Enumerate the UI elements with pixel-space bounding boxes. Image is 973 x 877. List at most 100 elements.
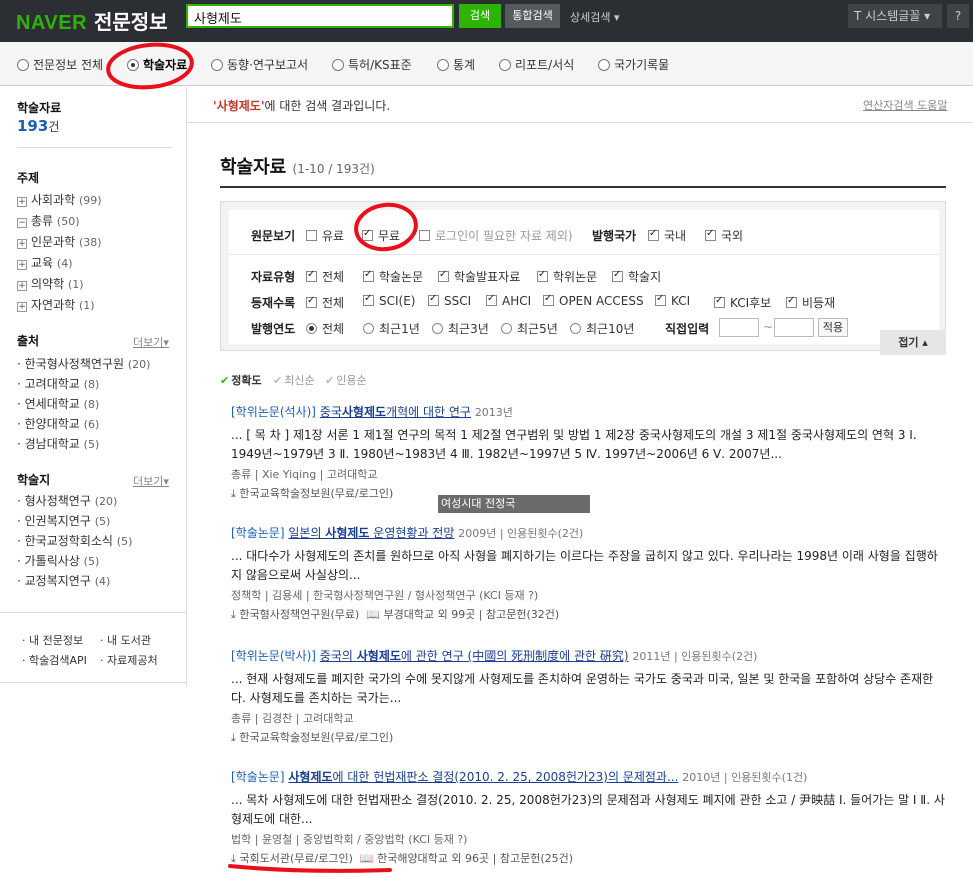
type-all-checkbox[interactable]: 전체	[306, 268, 344, 285]
result-download[interactable]: ⤓ 한국교육학술정보원(무료/로그인)	[231, 729, 946, 745]
source-item[interactable]: · 고려대학교 (8)	[17, 375, 99, 392]
expand-icon[interactable]: +	[17, 302, 27, 312]
foreign-checkbox[interactable]: 국외	[705, 227, 743, 244]
index-all-checkbox[interactable]: 전체	[306, 294, 344, 311]
year-5-radio[interactable]: 최근5년	[501, 320, 558, 337]
advanced-search-link[interactable]: 상세검색 ▾	[570, 9, 620, 25]
year-1-radio[interactable]: 최근1년	[363, 320, 420, 337]
checkbox-label: 학술지	[628, 270, 662, 284]
radio-icon	[432, 323, 443, 334]
journal-item[interactable]: · 인권복지연구 (5)	[17, 512, 110, 529]
paid-checkbox[interactable]: 유료	[306, 227, 344, 244]
divider	[0, 682, 186, 683]
my-info-link[interactable]: · 내 전문정보	[22, 632, 83, 648]
tab-academic[interactable]: 학술자료	[127, 56, 187, 73]
result-title-link[interactable]: 중국의 사형제도에 관한 연구 (中國의 死刑制度에 관한 硏究)	[320, 649, 629, 663]
apply-button[interactable]: 적용	[818, 318, 848, 337]
tab-all[interactable]: 전문정보 전체	[17, 56, 103, 73]
download-icon: ⤓	[231, 608, 236, 621]
result-title-link[interactable]: 중국사형제도개혁에 대한 연구	[320, 405, 471, 419]
search-notice: '사형제도'에 대한 검색 결과입니다.	[213, 97, 390, 114]
topic-item[interactable]: + 사회과학 (99)	[17, 191, 102, 208]
expand-icon[interactable]: +	[17, 239, 27, 249]
topic-item[interactable]: + 의약학 (1)	[17, 275, 84, 292]
year-10-radio[interactable]: 최근10년	[570, 320, 634, 337]
source-item[interactable]: · 경남대학교 (5)	[17, 435, 99, 452]
free-checkbox[interactable]: 무료	[362, 227, 400, 244]
topic-item[interactable]: − 총류 (50)	[17, 212, 80, 229]
type-thesis-checkbox[interactable]: 학위논문	[537, 268, 597, 285]
expand-icon[interactable]: +	[17, 281, 27, 291]
naver-logo[interactable]: NAVER 전문정보	[16, 6, 168, 35]
checkbox-checked-icon	[362, 228, 373, 241]
topic-label: 의약학	[31, 277, 65, 291]
expand-icon[interactable]: +	[17, 197, 27, 207]
source-more-link[interactable]: 더보기▾	[133, 334, 169, 350]
result-download[interactable]: ⤓ 국회도서관(무료/로그인) 📖 한국해양대학교 외 96곳 | 참고문헌(2…	[231, 850, 946, 866]
search-input[interactable]: 사형제도	[186, 4, 454, 28]
login-exclude-checkbox[interactable]: 로그인이 필요한 자료 제외)	[419, 227, 573, 244]
tab-patents[interactable]: 특허/KS표준	[332, 56, 412, 73]
topic-item[interactable]: + 교육 (4)	[17, 254, 73, 271]
index-openaccess-checkbox[interactable]: OPEN ACCESS	[543, 293, 644, 308]
result-title-link[interactable]: 사형제도에 대한 헌법재판소 결정(2010. 2. 25, 2008헌가23)…	[288, 770, 678, 784]
tab-reports[interactable]: 동향·연구보고서	[211, 56, 308, 73]
index-ahci-checkbox[interactable]: AHCI	[486, 293, 531, 308]
data-provider-link[interactable]: · 자료제공처	[100, 652, 158, 668]
index-scie-checkbox[interactable]: SCI(E)	[363, 293, 415, 308]
tab-statistics[interactable]: 통계	[437, 56, 475, 73]
year-from-input[interactable]	[719, 318, 759, 337]
topic-item[interactable]: + 자연과학 (1)	[17, 296, 95, 313]
journal-count: (4)	[94, 575, 111, 588]
type-article-checkbox[interactable]: 학술논문	[363, 268, 423, 285]
journal-more-link[interactable]: 더보기▾	[133, 473, 169, 489]
tab-national-records[interactable]: 국가기록물	[598, 56, 669, 73]
result-title-row: [학술논문] 일본의 사형제도 운영현황과 전망 2009년 | 인용된횟수(2…	[231, 524, 946, 541]
year-to-input[interactable]	[774, 318, 814, 337]
sort-latest[interactable]: ✔ 최신순	[273, 372, 315, 388]
tab-report-forms[interactable]: 리포트/서식	[499, 56, 574, 73]
result-title-link[interactable]: 일본의 사형제도 운영현황과 전망	[288, 526, 454, 540]
source-item[interactable]: · 연세대학교 (8)	[17, 395, 99, 412]
journal-item[interactable]: · 교정복지연구 (4)	[17, 572, 110, 589]
checkbox-checked-icon	[363, 269, 374, 282]
journal-item[interactable]: · 가톨릭사상 (5)	[17, 552, 99, 569]
checkbox-checked-icon	[537, 269, 548, 282]
journal-item[interactable]: · 형사정책연구 (20)	[17, 492, 117, 509]
year-all-radio[interactable]: 전체	[306, 320, 344, 337]
year-3-radio[interactable]: 최근3년	[432, 320, 489, 337]
search-button[interactable]: 검색	[459, 4, 501, 28]
topic-count: (1)	[79, 299, 95, 312]
unified-search-button[interactable]: 통합검색	[505, 4, 560, 28]
index-kci-checkbox[interactable]: KCI	[655, 293, 690, 308]
domestic-checkbox[interactable]: 국내	[648, 227, 686, 244]
source-item[interactable]: · 한양대학교 (6)	[17, 415, 99, 432]
sort-accuracy[interactable]: ✔ 정확도	[220, 372, 262, 388]
checkbox-checked-icon	[714, 295, 725, 308]
system-font-dropdown[interactable]: T 시스템글꼴 ▾	[848, 4, 942, 28]
help-button[interactable]: ?	[947, 4, 969, 28]
sort-citation[interactable]: ✔ 인용순	[325, 372, 367, 388]
expand-icon[interactable]: +	[17, 260, 27, 270]
year-range-dash: ~	[763, 320, 774, 334]
collapse-icon[interactable]: −	[17, 218, 27, 228]
topic-count: (50)	[56, 215, 80, 228]
type-presentation-checkbox[interactable]: 학술발표자료	[438, 268, 520, 285]
result-download[interactable]: ⤓ 한국형사정책연구원(무료) 📖 부경대학교 외 99곳 | 참고문헌(32건…	[231, 606, 946, 622]
topic-item[interactable]: + 인문과학 (38)	[17, 233, 102, 250]
fold-button[interactable]: 접기 ▴	[880, 330, 946, 355]
radio-label: 전체	[322, 322, 345, 336]
type-journal-checkbox[interactable]: 학술지	[612, 268, 661, 285]
source-item[interactable]: · 한국형사정책연구원 (20)	[17, 355, 150, 372]
source-count: (20)	[127, 358, 151, 371]
index-unlisted-checkbox[interactable]: 비등재	[786, 294, 835, 311]
my-library-link[interactable]: · 내 도서관	[100, 632, 151, 648]
operator-help-link[interactable]: 연산자검색 도움말	[863, 97, 947, 113]
index-ssci-checkbox[interactable]: SSCI	[428, 293, 471, 308]
search-api-link[interactable]: · 학술검색API	[22, 652, 87, 668]
journal-item[interactable]: · 한국교정학회소식 (5)	[17, 532, 132, 549]
index-kci-candidate-checkbox[interactable]: KCI후보	[714, 294, 771, 311]
result-type: [학위논문(박사)]	[231, 649, 316, 663]
result-type: [학술논문]	[231, 526, 285, 540]
heading-range: (1-10 / 193건)	[292, 162, 375, 176]
